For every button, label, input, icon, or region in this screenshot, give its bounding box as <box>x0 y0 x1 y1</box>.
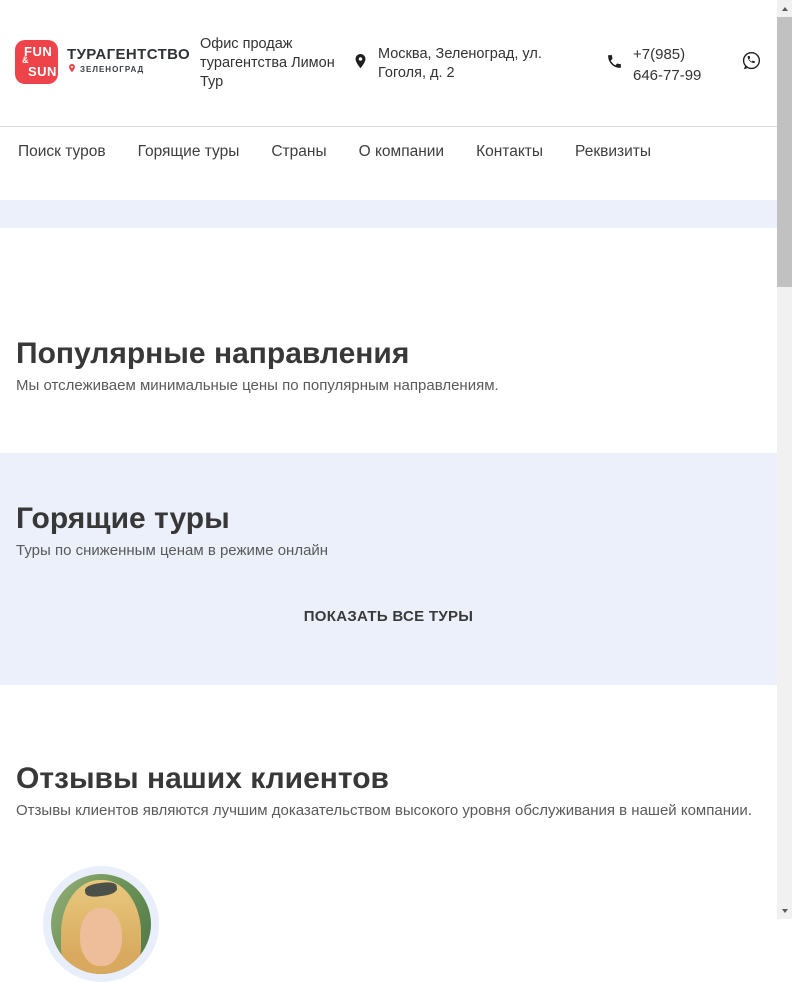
customer-avatar <box>43 866 159 982</box>
popular-destinations-section: Популярные направления Мы отслеживаем ми… <box>0 228 777 453</box>
hot-tours-subtitle: Туры по сниженным ценам в режиме онлайн <box>16 542 329 559</box>
reviews-subtitle: Отзывы клиентов являются лучшим доказате… <box>16 802 752 819</box>
customer-photo <box>51 874 151 974</box>
hot-tours-section: Горящие туры Туры по сниженным ценам в р… <box>0 453 777 685</box>
nav-item-hot-tours[interactable]: Горящие туры <box>138 143 240 200</box>
nav-item-about[interactable]: О компании <box>359 143 445 200</box>
search-section-band <box>0 200 777 228</box>
office-description: Офис продаж турагентства Лимон Тур <box>200 36 335 90</box>
office-address: Москва, Зеленоград, ул. Гоголя, д. 2 <box>378 46 542 81</box>
show-all-tours-button[interactable]: ПОКАЗАТЬ ВСЕ ТУРЫ <box>298 607 480 626</box>
brand-city-label: ЗЕЛЕНОГРАД <box>80 64 145 74</box>
reviews-section: Отзывы наших клиентов Отзывы клиентов яв… <box>0 685 777 982</box>
nav-item-contacts[interactable]: Контакты <box>476 143 543 200</box>
nav-item-requisites[interactable]: Реквизиты <box>575 143 651 200</box>
popular-destinations-subtitle: Мы отслеживаем минимальные цены по попул… <box>16 377 499 394</box>
funsun-logo[interactable]: FUN & SUN <box>15 40 58 84</box>
page-content: FUN & SUN ТУРАГЕНТСТВО ЗЕЛЕНОГРАД Офис п… <box>0 0 777 982</box>
nav-item-countries[interactable]: Страны <box>271 143 326 200</box>
scrollbar-thumb[interactable] <box>777 17 792 287</box>
phone-icon <box>608 55 621 68</box>
scrollbar-down-button[interactable] <box>777 902 792 919</box>
city-pin-icon <box>69 64 75 73</box>
arrow-up-icon <box>781 6 788 11</box>
popular-destinations-title: Популярные направления <box>16 337 410 370</box>
reviews-title: Отзывы наших клиентов <box>16 762 389 795</box>
avatar-face <box>80 908 122 966</box>
whatsapp-icon[interactable] <box>740 50 762 72</box>
scrollbar-up-button[interactable] <box>777 0 792 17</box>
brand-title: ТУРАГЕНТСТВО <box>67 46 191 63</box>
hot-tours-title: Горящие туры <box>16 502 230 535</box>
logo-text-sun: SUN <box>28 64 57 79</box>
site-header: FUN & SUN ТУРАГЕНТСТВО ЗЕЛЕНОГРАД Офис п… <box>0 0 777 126</box>
main-nav: Поиск туров Горящие туры Страны О компан… <box>0 126 777 200</box>
brand-city: ЗЕЛЕНОГРАД <box>67 63 144 75</box>
nav-item-tour-search[interactable]: Поиск туров <box>18 143 106 200</box>
phone-number[interactable]: +7(985) 646-77-99 <box>633 44 707 86</box>
location-pin-icon <box>355 54 366 69</box>
vertical-scrollbar[interactable] <box>777 0 792 919</box>
arrow-down-icon <box>781 908 788 913</box>
